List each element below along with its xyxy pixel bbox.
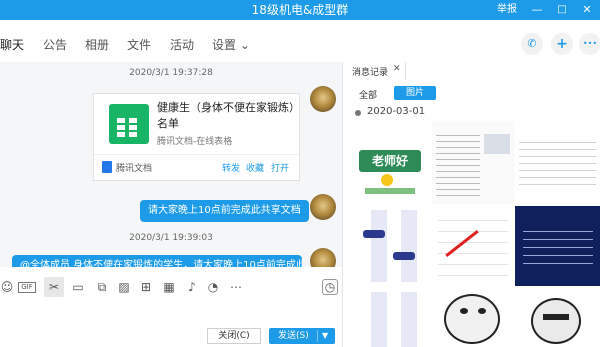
thumb-meme-eye	[460, 308, 468, 314]
tab-album[interactable]: 相册	[85, 36, 109, 54]
close-button[interactable]: 关闭(C)	[207, 328, 261, 344]
avatar[interactable]	[310, 86, 336, 112]
thumb-sticker	[381, 174, 393, 186]
thumb-meme-face	[444, 294, 500, 344]
thumb-figure	[484, 134, 510, 154]
thumb-decoration	[365, 188, 415, 194]
grid-icon[interactable]: ⋯	[229, 280, 243, 294]
more-icon[interactable]: •••	[579, 33, 600, 55]
gif-icon[interactable]: GIF	[18, 282, 36, 293]
card-divider	[94, 154, 301, 155]
history-date: 2020-03-01	[367, 106, 426, 117]
send-options-icon[interactable]: ▼	[322, 328, 328, 344]
call-icon[interactable]: ✆	[521, 33, 543, 55]
close-history-icon[interactable]: ✕	[393, 64, 401, 74]
thumb-table	[438, 210, 508, 282]
send-label: 发送(S)	[278, 331, 309, 341]
thumb-figure	[363, 230, 385, 238]
report-link[interactable]: 举报	[497, 0, 517, 20]
scissors-icon[interactable]: ✂	[44, 277, 64, 297]
spreadsheet-icon	[109, 104, 149, 144]
tab-announcement[interactable]: 公告	[43, 36, 67, 54]
image-icon[interactable]: ▨	[117, 280, 131, 294]
close-window-button[interactable]: ✕	[576, 0, 598, 20]
filter-images[interactable]: 图片	[394, 86, 436, 100]
image-thumbnail[interactable]	[515, 206, 600, 286]
filter-all[interactable]: 全部	[359, 88, 377, 101]
doc-description: 腾讯文档-在线表格	[157, 137, 233, 147]
history-tab[interactable]: 消息记录 ✕	[343, 62, 406, 80]
input-toolbar: ☺ GIF ✂ ▭ ⧉ ▨ ⊞ ▦ ♪ ◔ ⋯ ◷	[0, 270, 342, 306]
mic-icon[interactable]: ♪	[185, 280, 199, 294]
title-bar: 18级机电&成型群 举报 — □ ✕	[0, 0, 600, 20]
shared-doc-card[interactable]: 健康生（身体不便在家锻炼）名单 腾讯文档-在线表格 腾讯文档 转发 收藏 打开	[93, 93, 301, 181]
thumb-banner: 老师好	[359, 150, 421, 172]
image-thumbnail[interactable]: 老师好	[353, 122, 427, 204]
tab-activity[interactable]: 活动	[170, 36, 194, 54]
thumb-meme-face	[531, 298, 581, 344]
add-app-icon[interactable]: +	[551, 33, 573, 55]
send-split	[317, 330, 318, 342]
chat-area[interactable]: 2020/3/1 19:37:28 健康生（身体不便在家锻炼）名单 腾讯文档-在…	[0, 62, 342, 267]
history-panel: 消息记录 ✕ 全部 图片 2020-03-01 老师好	[343, 62, 600, 347]
thumb-exercise-grid	[357, 210, 423, 282]
forward-link[interactable]: 转发	[222, 161, 240, 174]
folder-icon[interactable]: ▭	[71, 280, 85, 294]
thumb-text-lines	[436, 130, 480, 196]
message-bubble[interactable]: 请大家晚上10点前完成此共享文档	[140, 200, 309, 222]
gift-icon[interactable]: ⊞	[139, 280, 153, 294]
avatar[interactable]	[310, 248, 336, 267]
minimize-button[interactable]: —	[526, 0, 548, 20]
emoji-icon[interactable]: ☺	[0, 280, 14, 294]
image-thumbnail[interactable]	[353, 288, 427, 347]
history-icon[interactable]: ◷	[322, 279, 338, 295]
thumb-slide	[523, 224, 593, 268]
thumb-document	[519, 136, 596, 186]
bell-icon[interactable]: ◔	[206, 280, 220, 294]
calendar-icon[interactable]: ▦	[162, 280, 176, 294]
screen-icon[interactable]: ⧉	[95, 280, 109, 294]
thumb-meme-glasses	[543, 314, 569, 320]
date-dot	[355, 110, 361, 116]
avatar[interactable]	[310, 194, 336, 220]
tencent-docs-icon	[102, 161, 112, 173]
message-timestamp: 2020/3/1 19:39:03	[129, 233, 213, 243]
image-thumbnail[interactable]	[353, 206, 427, 286]
tab-chat[interactable]: 聊天	[0, 36, 24, 54]
doc-title: 健康生（身体不便在家锻炼）名单	[157, 101, 295, 130]
doc-brand: 腾讯文档	[116, 164, 153, 174]
image-thumbnail[interactable]	[515, 122, 600, 204]
image-thumbnail[interactable]	[432, 288, 514, 347]
message-bubble[interactable]: @全体成员 身体不便在家锻炼的学生，请大家晚上10点前完成此	[12, 255, 302, 267]
image-thumbnail[interactable]	[515, 288, 600, 347]
history-tab-label: 消息记录	[352, 68, 389, 78]
thumb-figure	[393, 252, 415, 260]
maximize-button[interactable]: □	[551, 0, 573, 20]
tab-settings[interactable]: 设置 ⌄	[212, 36, 250, 54]
thumb-exercise-grid	[357, 292, 423, 347]
image-thumbnail[interactable]	[432, 206, 514, 286]
tab-files[interactable]: 文件	[127, 36, 151, 54]
open-link[interactable]: 打开	[271, 161, 289, 174]
image-thumbnail[interactable]	[432, 122, 514, 204]
thumb-banner-text: 老师好	[371, 154, 408, 168]
send-button[interactable]: 发送(S) ▼	[269, 328, 335, 344]
favorite-link[interactable]: 收藏	[246, 161, 264, 174]
thumb-meme-eye	[478, 308, 486, 314]
message-timestamp: 2020/3/1 19:37:28	[129, 68, 213, 78]
